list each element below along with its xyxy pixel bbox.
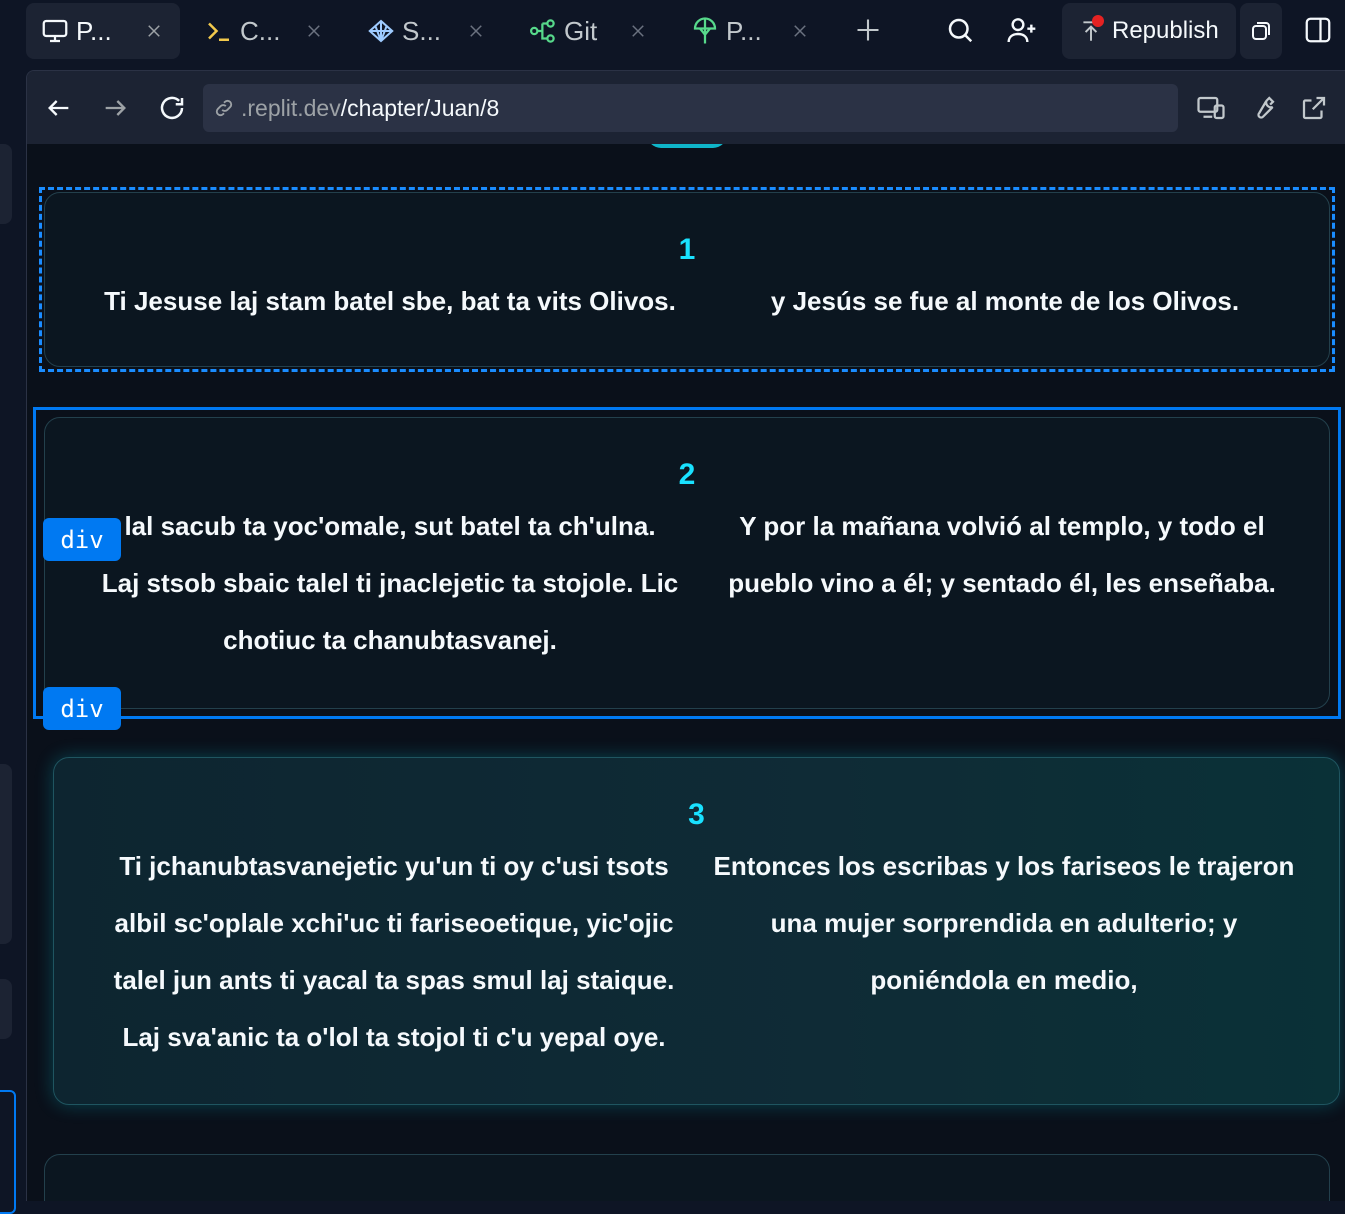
tab-label: P...: [76, 15, 112, 46]
verse-card-highlighted: 3 Ti jchanubtasvanejetic yu'un ti oy c'u…: [53, 757, 1340, 1105]
tab-label: C...: [240, 15, 281, 46]
webview-toolbar: .replit.dev/chapter/Juan/8: [27, 71, 1345, 144]
wrench-icon[interactable]: [1246, 91, 1280, 125]
add-user-icon[interactable]: [1006, 14, 1038, 46]
element-tag-label: div: [43, 687, 121, 730]
top-indicator: [647, 144, 727, 148]
close-icon[interactable]: [142, 19, 166, 43]
hover-outline: [39, 187, 1335, 372]
tab-git[interactable]: Git: [514, 3, 664, 59]
republish-button[interactable]: Republish: [1062, 3, 1236, 59]
webview-panel: .replit.dev/chapter/Juan/8 1 Ti Jesuse l…: [26, 70, 1345, 1201]
page-viewport: 1 Ti Jesuse laj stam batel sbe, bat ta v…: [27, 144, 1345, 1201]
text-line: una mujer sorprendida en adulterio; y: [770, 908, 1238, 938]
tree-icon: [688, 14, 722, 48]
forward-icon[interactable]: [98, 91, 132, 125]
republish-label: Republish: [1112, 17, 1219, 44]
text-line: albil sc'oplale xchi'uc ti fariseoetique…: [114, 908, 674, 938]
url-path: /chapter/Juan/8: [340, 94, 500, 121]
tab-label: P...: [726, 15, 762, 46]
workspace-tab-bar: P... C... S... Git P... Republish: [0, 0, 1345, 64]
rail-focused-pane[interactable]: [0, 1090, 16, 1214]
tab-shell[interactable]: S...: [352, 3, 502, 59]
deploy-icon: [1078, 15, 1106, 45]
tab-publishing[interactable]: P...: [676, 3, 826, 59]
text-line: Ti jchanubtasvanejetic yu'un ti oy c'usi…: [119, 851, 669, 881]
url-host: .replit.dev: [241, 94, 341, 121]
windows-icon: [1252, 22, 1270, 40]
verse-text-spanish: Entonces los escribas y los fariseos le …: [694, 838, 1314, 1009]
text-line: talel jun ants ti yacal ta spas smul laj…: [113, 965, 675, 995]
verse-text-tzotzil: Ti jchanubtasvanejetic yu'un ti oy c'usi…: [84, 838, 704, 1066]
tab-label: S...: [402, 15, 442, 46]
monitor-icon: [38, 14, 72, 48]
url-input[interactable]: .replit.dev/chapter/Juan/8: [203, 84, 1178, 132]
text-line: Entonces los escribas y los fariseos le …: [713, 851, 1295, 881]
plus-icon[interactable]: [852, 14, 884, 46]
sidebar-icon[interactable]: [1302, 14, 1334, 46]
shell-icon: [364, 14, 398, 48]
tab-label: Git: [564, 15, 598, 46]
close-icon[interactable]: [626, 19, 650, 43]
url-text: .replit.dev/chapter/Juan/8: [241, 95, 499, 122]
selected-element-outline: [33, 407, 1341, 719]
close-icon[interactable]: [302, 19, 326, 43]
devices-icon[interactable]: [1194, 91, 1228, 125]
external-link-icon[interactable]: [1297, 91, 1331, 125]
back-icon[interactable]: [42, 91, 76, 125]
verse-card: [44, 1154, 1330, 1201]
tab-console[interactable]: C...: [190, 3, 340, 59]
rail-pane[interactable]: [0, 764, 12, 944]
left-rail: [0, 64, 26, 1214]
alert-dot: [1092, 15, 1104, 27]
republish-options-button[interactable]: [1240, 3, 1282, 59]
text-line: Laj sva'anic ta o'lol ta stojol ti c'u y…: [122, 1022, 666, 1052]
terminal-icon: [202, 14, 236, 48]
text-line: poniéndola en medio,: [870, 965, 1138, 995]
search-icon[interactable]: [944, 14, 976, 46]
close-icon[interactable]: [464, 19, 488, 43]
element-tag-label: div: [43, 518, 121, 561]
tab-preview[interactable]: P...: [26, 3, 180, 59]
link-icon: [213, 96, 237, 120]
rail-pane[interactable]: [0, 979, 12, 1039]
close-icon[interactable]: [788, 19, 812, 43]
rail-pane[interactable]: [0, 144, 12, 224]
verse-number: 3: [688, 798, 705, 831]
reload-icon[interactable]: [155, 91, 189, 125]
git-branch-icon: [526, 14, 560, 48]
